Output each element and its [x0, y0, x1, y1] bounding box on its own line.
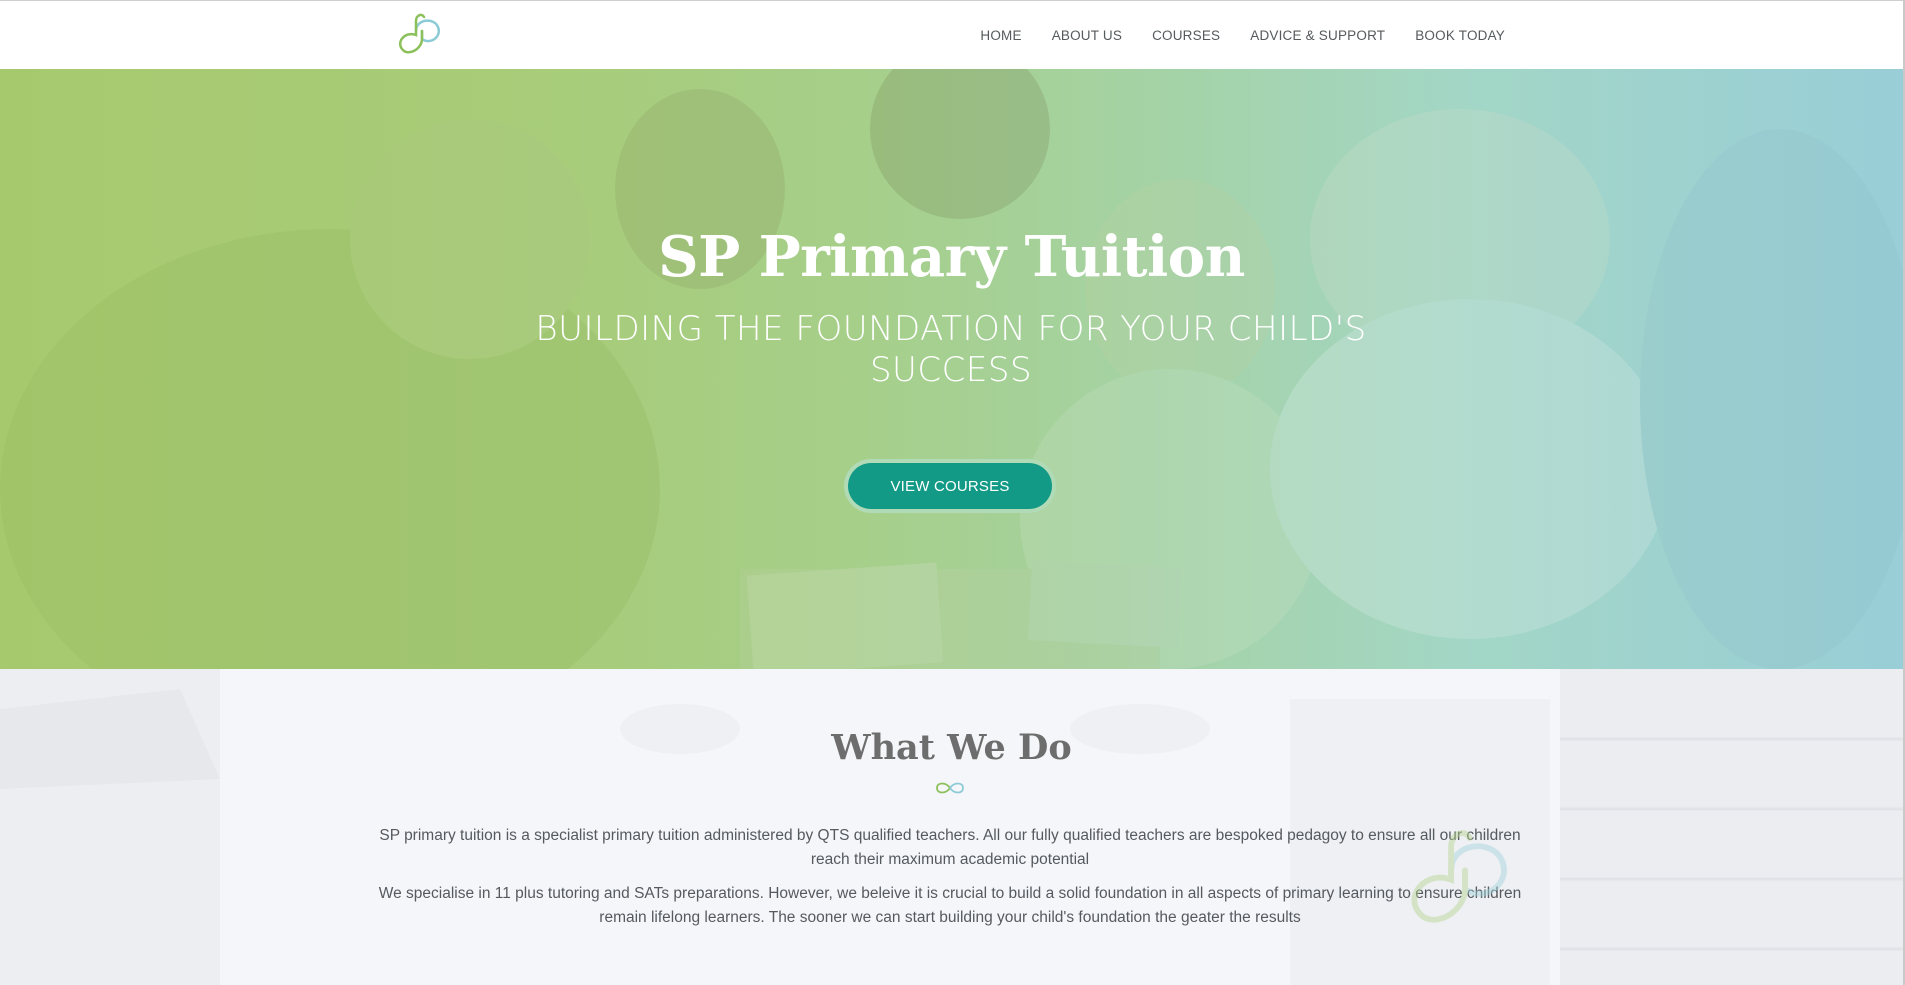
- sp-logo-icon[interactable]: [394, 9, 450, 63]
- specialism-paragraph: We specialise in 11 plus tutoring and SA…: [378, 885, 1522, 926]
- nav-home[interactable]: HOME: [965, 28, 1036, 43]
- section-title: What We Do: [831, 727, 1072, 768]
- nav-about-us[interactable]: ABOUT US: [1037, 28, 1137, 43]
- nav-book-today[interactable]: BOOK TODAY: [1400, 28, 1505, 43]
- page: HOME ABOUT US COURSES ADVICE & SUPPORT B…: [0, 0, 1905, 985]
- what-we-do-section: What We Do SP primary tuition is a speci…: [0, 669, 1903, 985]
- hero-subtitle: BUILDING THE FOUNDATION FOR YOUR CHILD'S…: [535, 309, 1367, 390]
- sp-watermark-logo-icon: [1400, 817, 1530, 947]
- hero-title: SP Primary Tuition: [658, 224, 1245, 290]
- intro-paragraph: SP primary tuition is a specialist prima…: [379, 827, 1521, 868]
- view-courses-button[interactable]: VIEW COURSES: [844, 459, 1056, 513]
- hero-banner: SP Primary Tuition BUILDING THE FOUNDATI…: [0, 69, 1903, 669]
- nav-advice-support[interactable]: ADVICE & SUPPORT: [1235, 28, 1400, 43]
- infinity-icon: [933, 780, 967, 796]
- nav-courses[interactable]: COURSES: [1137, 28, 1235, 43]
- site-header: HOME ABOUT US COURSES ADVICE & SUPPORT B…: [0, 0, 1905, 69]
- main-nav: HOME ABOUT US COURSES ADVICE & SUPPORT B…: [965, 1, 1505, 70]
